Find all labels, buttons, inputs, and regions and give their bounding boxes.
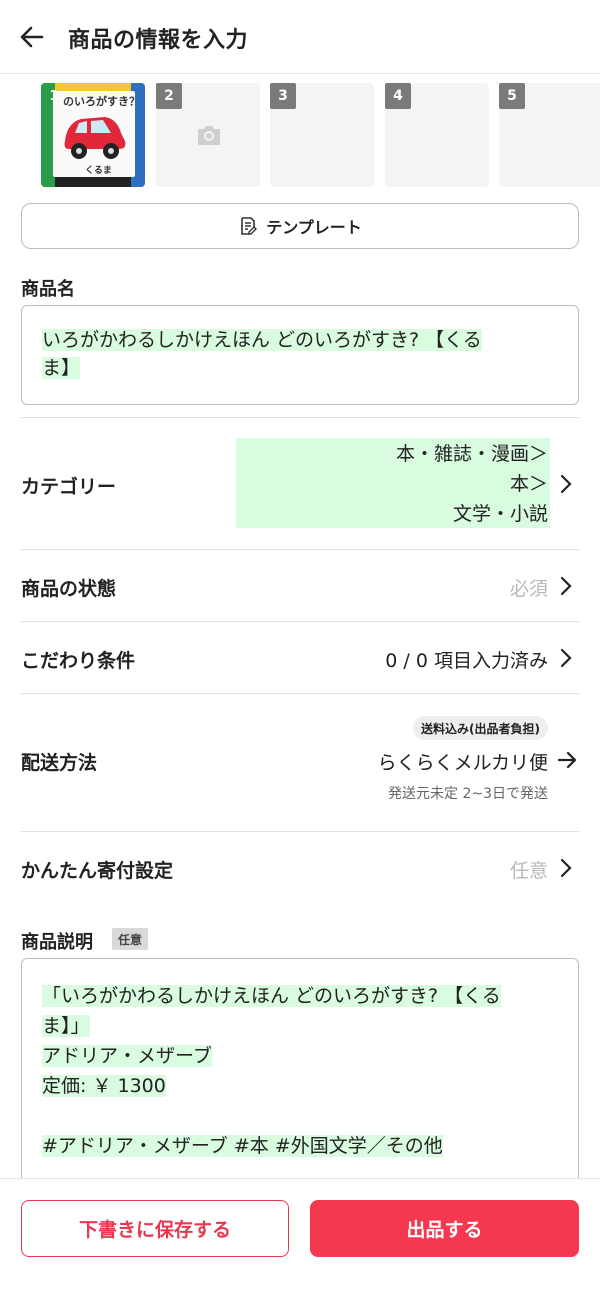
template-button-label: テンプレート <box>266 218 362 237</box>
description-line: 「いろがかわるしかけえほん どのいろがすき? 【くる <box>42 985 501 1007</box>
back-arrow-icon[interactable] <box>18 23 46 51</box>
book-title-text: のいろがすき？ <box>63 95 140 108</box>
photo-number: 5 <box>499 83 525 109</box>
description-line: 定価: ￥ 1300 <box>42 1075 166 1097</box>
photo-slot-1[interactable]: 1 のいろがすき？ くるま <box>41 83 145 187</box>
photo-slot-3[interactable]: 3 <box>270 83 374 187</box>
category-line2: 本＞ <box>509 473 548 495</box>
description-field[interactable]: 「いろがかわるしかけえほん どのいろがすき? 【くる ま】」 アドリア・メザーブ… <box>21 958 579 1188</box>
chevron-right-icon[interactable] <box>559 575 573 597</box>
product-name-label: 商品名 <box>21 279 75 300</box>
condition-label: 商品の状態 <box>21 578 117 600</box>
shipping-value[interactable]: らくらくメルカリ便 <box>378 748 548 775</box>
category-line3: 文学・小説 <box>452 503 548 525</box>
product-name-line1: いろがかわるしかけえほん どのいろがすき? 【くる <box>42 329 482 351</box>
chevron-right-icon[interactable] <box>559 473 573 495</box>
camera-icon <box>195 123 223 147</box>
divider <box>21 417 579 418</box>
book-subtitle-text: くるま <box>85 166 112 176</box>
photo-slot-5[interactable]: 5 <box>499 83 600 187</box>
shipping-fee-badge: 送料込み(出品者負担) <box>413 716 548 740</box>
photo-slot-4[interactable]: 4 <box>385 83 489 187</box>
shipping-label: 配送方法 <box>21 752 98 774</box>
category-line1: 本・雑誌・漫画＞ <box>395 443 548 465</box>
list-item-button[interactable]: 出品する <box>310 1200 579 1257</box>
divider <box>21 621 579 622</box>
chevron-right-icon[interactable] <box>559 647 573 669</box>
photo-number: 1 <box>49 88 59 104</box>
description-label: 商品説明 <box>21 932 93 953</box>
product-name-field[interactable]: いろがかわるしかけえほん どのいろがすき? 【くる ま】 <box>21 305 579 405</box>
template-icon <box>241 217 258 235</box>
category-label: カテゴリー <box>21 476 117 498</box>
donation-value[interactable]: 任意 <box>510 856 548 883</box>
photo-number: 4 <box>385 83 411 109</box>
photo-strip[interactable]: 1 のいろがすき？ くるま 2 3 4 5 <box>41 83 600 188</box>
arrow-right-icon[interactable] <box>556 749 578 771</box>
save-draft-button[interactable]: 下書きに保存する <box>21 1200 289 1257</box>
description-line: #アドリア・メザーブ #本 #外国文学／その他 <box>42 1135 443 1157</box>
optional-badge: 任意 <box>112 928 149 950</box>
shipping-subtext: 発送元未定 2~3日で発送 <box>388 786 548 802</box>
bottom-action-bar: 下書きに保存する 出品する <box>0 1178 600 1292</box>
category-value[interactable]: 本・雑誌・漫画＞ 本＞ 文学・小説 <box>236 438 550 528</box>
divider <box>21 831 579 832</box>
chevron-right-icon[interactable] <box>559 857 573 879</box>
description-line: アドリア・メザーブ <box>42 1045 212 1067</box>
page-title: 商品の情報を入力 <box>68 28 249 53</box>
preferences-value[interactable]: 0 / 0 項目入力済み <box>385 646 548 673</box>
donation-label: かんたん寄付設定 <box>21 860 174 882</box>
condition-value[interactable]: 必須 <box>510 574 548 601</box>
divider <box>21 549 579 550</box>
photo-slot-2[interactable]: 2 <box>156 83 260 187</box>
photo-number: 2 <box>156 83 182 109</box>
description-line: ま】」 <box>42 1015 90 1037</box>
product-name-line2: ま】 <box>42 357 81 379</box>
photo-number: 3 <box>270 83 296 109</box>
preferences-label: こだわり条件 <box>21 650 136 672</box>
app-header: 商品の情報を入力 <box>0 0 600 74</box>
divider <box>21 693 579 694</box>
template-button[interactable]: テンプレート <box>21 203 579 249</box>
